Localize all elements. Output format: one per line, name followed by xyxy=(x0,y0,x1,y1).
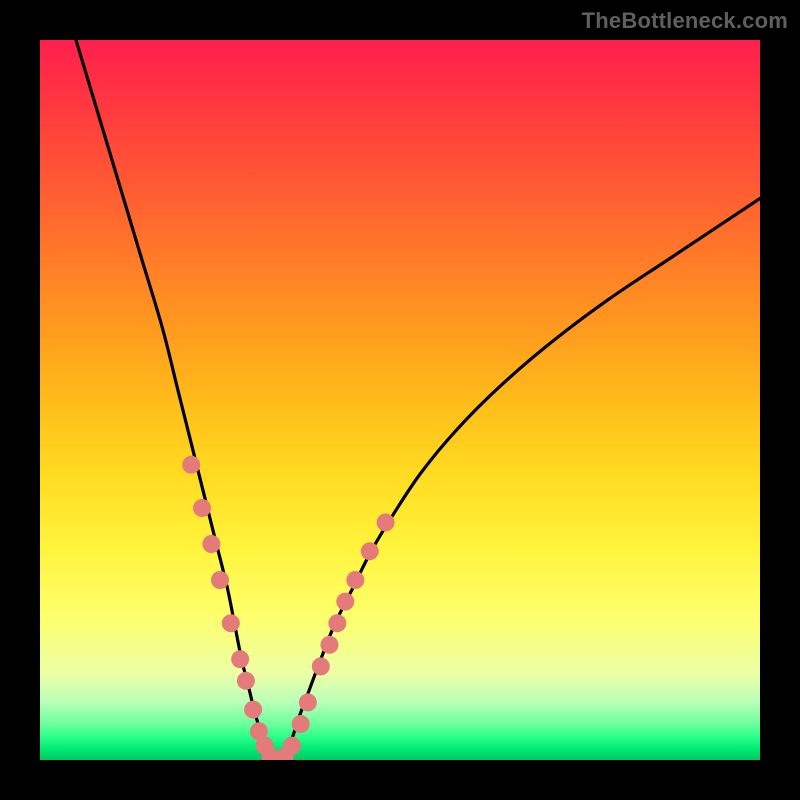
marker-dot xyxy=(237,672,255,690)
marker-dot xyxy=(292,715,310,733)
marker-dot xyxy=(328,614,346,632)
chart-stage: TheBottleneck.com xyxy=(0,0,800,800)
marker-layer xyxy=(40,40,760,760)
marker-dot xyxy=(244,701,262,719)
marker-dot xyxy=(283,737,301,755)
marker-dot xyxy=(193,499,211,517)
marker-dot xyxy=(346,571,364,589)
marker-dot xyxy=(231,650,249,668)
marker-dot xyxy=(336,593,354,611)
marker-dot xyxy=(202,535,220,553)
marker-dot xyxy=(222,614,240,632)
marker-dot xyxy=(211,571,229,589)
marker-dot xyxy=(361,542,379,560)
watermark-text: TheBottleneck.com xyxy=(582,8,788,34)
marker-dot xyxy=(377,513,395,531)
marker-dot xyxy=(312,657,330,675)
marker-dot xyxy=(182,456,200,474)
marker-dot xyxy=(299,693,317,711)
marker-dot xyxy=(320,636,338,654)
plot-area xyxy=(40,40,760,760)
